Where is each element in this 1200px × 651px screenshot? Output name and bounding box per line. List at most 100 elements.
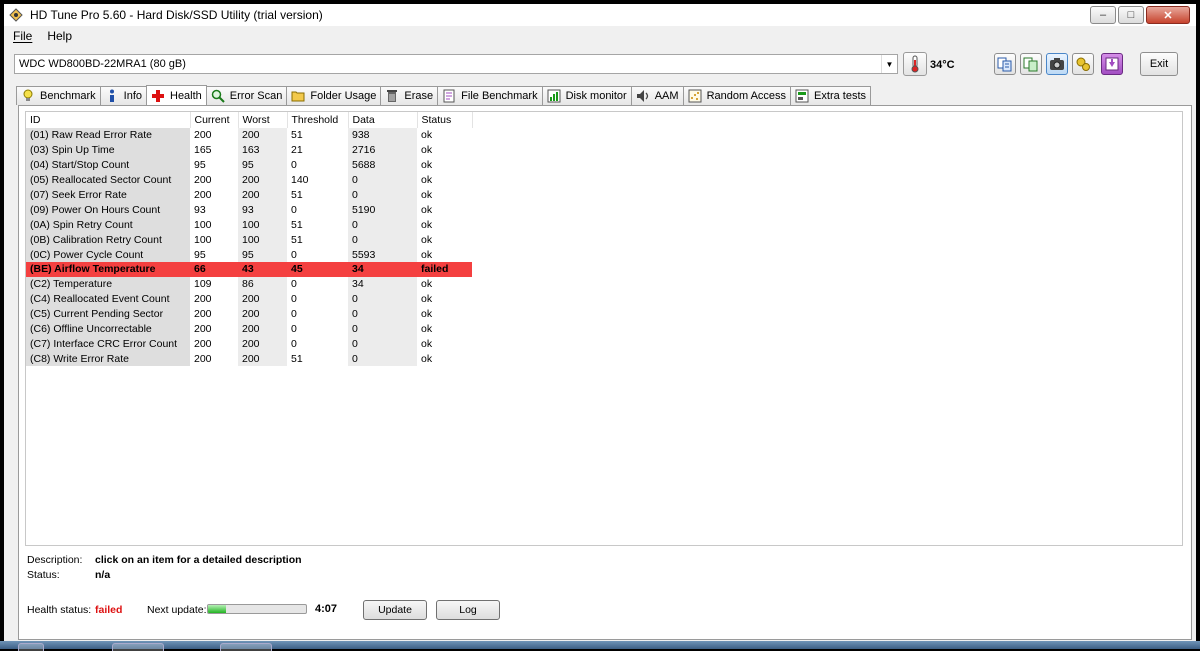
cell-data: 0 (348, 306, 417, 322)
attribute-status-value: n/a (95, 569, 111, 581)
table-row[interactable]: (0C) Power Cycle Count 95 95 0 5593 ok (26, 247, 477, 263)
table-row[interactable]: (BE) Airflow Temperature 66 43 45 34 failed (26, 262, 477, 277)
save-button[interactable] (1101, 53, 1123, 75)
cell-data: 34 (348, 262, 417, 277)
cell-status: ok (417, 128, 472, 143)
tab-info[interactable]: Info (99, 86, 147, 105)
cell-worst: 100 (238, 217, 287, 233)
cell-threshold: 0 (287, 291, 348, 307)
cell-id: (0C) Power Cycle Count (26, 247, 190, 263)
header-id[interactable]: ID (26, 112, 191, 128)
chevron-down-icon[interactable]: ▼ (881, 55, 897, 73)
next-update-progress (207, 604, 307, 614)
table-row[interactable]: (C7) Interface CRC Error Count 200 200 0 0 ok (26, 336, 477, 352)
tab-bar: Benchmark Info Health Error Scan Folder … (16, 85, 872, 105)
table-row[interactable]: (04) Start/Stop Count 95 95 0 5688 ok (26, 157, 477, 173)
cell-data: 0 (348, 351, 417, 367)
tests-icon (794, 88, 810, 104)
table-row[interactable]: (C2) Temperature 109 86 0 34 ok (26, 276, 477, 292)
cell-status: ok (417, 187, 472, 203)
header-current[interactable]: Current (190, 112, 239, 128)
next-update-countdown: 4:07 (315, 603, 338, 615)
tab-error-scan[interactable]: Error Scan (205, 86, 288, 105)
cell-worst: 86 (238, 276, 287, 292)
tab-file-benchmark[interactable]: File Benchmark (437, 86, 543, 105)
cell-data: 2716 (348, 142, 417, 158)
cell-worst: 200 (238, 128, 287, 143)
smart-table[interactable]: ID Current Worst Threshold Data Status (… (25, 111, 1183, 546)
cell-filler (472, 292, 477, 307)
table-row[interactable]: (03) Spin Up Time 165 163 21 2716 ok (26, 142, 477, 158)
taskbar (0, 641, 1200, 651)
tab-info-label: Info (123, 90, 142, 102)
tab-benchmark[interactable]: Benchmark (16, 86, 101, 105)
cell-status: ok (417, 232, 472, 248)
cell-current: 200 (190, 336, 238, 352)
header-threshold[interactable]: Threshold (287, 112, 349, 128)
table-row[interactable]: (09) Power On Hours Count 93 93 0 5190 ok (26, 202, 477, 218)
header-worst[interactable]: Worst (238, 112, 288, 128)
cell-current: 95 (190, 157, 238, 173)
table-row[interactable]: (C5) Current Pending Sector 200 200 0 0 ok (26, 306, 477, 322)
cell-threshold: 51 (287, 351, 348, 367)
cell-data: 938 (348, 128, 417, 143)
close-button[interactable]: ✕ (1146, 6, 1190, 24)
copy-text-button[interactable] (994, 53, 1016, 75)
tab-aam[interactable]: AAM (630, 86, 684, 105)
maximize-button[interactable]: □ (1118, 6, 1144, 24)
tab-folder-usage[interactable]: Folder Usage (286, 86, 382, 105)
table-row[interactable]: (C4) Reallocated Event Count 200 200 0 0 ok (26, 291, 477, 307)
cell-id: (C8) Write Error Rate (26, 351, 190, 367)
table-row[interactable]: (0A) Spin Retry Count 100 100 51 0 ok (26, 217, 477, 233)
table-row[interactable]: (0B) Calibration Retry Count 100 100 51 0 ok (26, 232, 477, 248)
progress-fill (208, 605, 226, 613)
tab-disk-monitor[interactable]: Disk monitor (541, 86, 632, 105)
menu-help[interactable]: Help (47, 29, 72, 43)
taskbar-item[interactable] (112, 643, 164, 651)
cell-filler (472, 247, 477, 262)
table-row[interactable]: (01) Raw Read Error Rate 200 200 51 938 ok (26, 128, 477, 143)
cell-current: 200 (190, 291, 238, 307)
log-button[interactable]: Log (436, 600, 500, 620)
title-bar[interactable]: HD Tune Pro 5.60 - Hard Disk/SSD Utility… (4, 4, 1196, 26)
tab-random-access[interactable]: Random Access (682, 86, 792, 105)
menu-file[interactable]: File (13, 29, 32, 43)
cell-filler (472, 128, 477, 143)
table-row[interactable]: (07) Seek Error Rate 200 200 51 0 ok (26, 187, 477, 203)
cell-id: (C2) Temperature (26, 276, 190, 292)
options-button[interactable] (1072, 53, 1094, 75)
save-icon (1105, 57, 1119, 71)
cell-id: (C4) Reallocated Event Count (26, 291, 190, 307)
cell-threshold: 51 (287, 217, 348, 233)
cell-status: ok (417, 172, 472, 188)
copy-screenshot-button[interactable] (1020, 53, 1042, 75)
header-data[interactable]: Data (348, 112, 418, 128)
table-row[interactable]: (05) Reallocated Sector Count 200 200 140 0 o… (26, 172, 477, 188)
cell-data: 5190 (348, 202, 417, 218)
tab-extra-tests[interactable]: Extra tests (790, 86, 872, 105)
taskbar-item[interactable] (220, 643, 272, 651)
exit-button[interactable]: Exit (1140, 52, 1178, 76)
cell-current: 100 (190, 217, 238, 233)
table-row[interactable]: (C6) Offline Uncorrectable 200 200 0 0 ok (26, 321, 477, 337)
thermometer-button[interactable] (903, 52, 927, 76)
cell-current: 200 (190, 128, 238, 143)
tab-health[interactable]: Health (146, 85, 207, 105)
info-icon (104, 88, 120, 104)
update-button[interactable]: Update (363, 600, 427, 620)
start-button[interactable] (18, 643, 44, 651)
cell-worst: 95 (238, 157, 287, 173)
cell-filler (472, 262, 477, 277)
tab-erase-label: Erase (404, 90, 434, 102)
cell-status: ok (417, 202, 472, 218)
tab-erase[interactable]: Erase (380, 86, 439, 105)
header-status[interactable]: Status (417, 112, 473, 128)
drive-select[interactable]: WDC WD800BD-22MRA1 (80 gB) ▼ (14, 54, 898, 74)
cell-worst: 200 (238, 172, 287, 188)
cell-threshold: 0 (287, 336, 348, 352)
table-row[interactable]: (C8) Write Error Rate 200 200 51 0 ok (26, 351, 477, 367)
minimize-button[interactable]: – (1090, 6, 1116, 24)
screenshot-button[interactable] (1046, 53, 1068, 75)
cell-filler (472, 277, 477, 292)
cell-filler (472, 173, 477, 188)
